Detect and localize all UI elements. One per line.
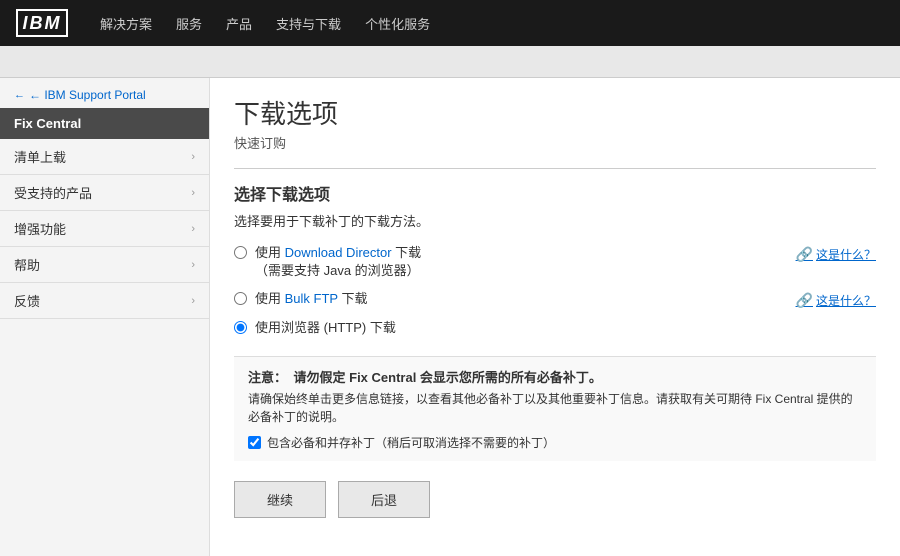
sidebar-item-help[interactable]: 帮助 › bbox=[0, 247, 209, 283]
main-content: ← ← IBM Support Portal Fix Central 清单上载 … bbox=[0, 78, 900, 556]
top-nav: IBM 解决方案 服务 产品 支持与下载 个性化服务 bbox=[0, 0, 900, 46]
page-subtitle: 快速订购 bbox=[234, 133, 876, 152]
radio-browser-http[interactable] bbox=[234, 321, 247, 334]
ibm-logo-text: IBM bbox=[23, 13, 62, 34]
back-arrow-icon: ← bbox=[14, 89, 25, 101]
nav-item-solutions[interactable]: 解决方案 bbox=[100, 14, 152, 33]
include-prereqs-label: 包含必备和并存补丁（稍后可取消选择不需要的补丁） bbox=[267, 434, 555, 451]
what-is-this-link-1[interactable]: 🔗 这是什么？ bbox=[796, 244, 876, 263]
include-prereqs-checkbox[interactable] bbox=[248, 436, 261, 449]
nav-item-products[interactable]: 产品 bbox=[226, 14, 252, 33]
radio-label-text-1b: 下载 bbox=[392, 245, 422, 260]
nav-item-services[interactable]: 服务 bbox=[176, 14, 202, 33]
sidebar: ← ← IBM Support Portal Fix Central 清单上载 … bbox=[0, 78, 210, 556]
section-desc: 选择要用于下载补丁的下载方法。 bbox=[234, 211, 876, 230]
sidebar-item-help-label: 帮助 bbox=[14, 255, 40, 274]
notice-section: 注意： 请勿假定 Fix Central 会显示您所需的所有必备补丁。 请确保始… bbox=[234, 356, 876, 461]
ibm-logo-box: IBM bbox=[16, 9, 68, 37]
chevron-right-icon: › bbox=[191, 151, 195, 163]
notice-keyword: 请勿假定 Fix Central 会显示您所需的所有必备补丁。 bbox=[294, 370, 602, 385]
ibm-logo: IBM bbox=[16, 9, 68, 37]
section-title: 选择下载选项 bbox=[234, 181, 876, 205]
radio-label-text-2b: 下载 bbox=[338, 291, 368, 306]
notice-prefix: 注意： bbox=[248, 370, 294, 385]
radio-sublabel-1: （需要支持 Java 的浏览器） bbox=[255, 262, 421, 280]
radio-label-browser-http: 使用浏览器 (HTTP) 下载 bbox=[255, 319, 396, 337]
notice-title: 注意： 请勿假定 Fix Central 会显示您所需的所有必备补丁。 bbox=[248, 367, 862, 386]
radio-label-text-2a: 使用 bbox=[255, 291, 285, 306]
sidebar-item-enhancements-label: 增强功能 bbox=[14, 219, 66, 238]
radio-option-browser-http: 使用浏览器 (HTTP) 下载 bbox=[234, 319, 876, 337]
button-row: 继续 后退 bbox=[234, 481, 876, 518]
nav-items: 解决方案 服务 产品 支持与下载 个性化服务 bbox=[100, 14, 430, 33]
radio-label-highlight-1: Download Director bbox=[285, 245, 392, 260]
content-area: 下载选项 快速订购 选择下载选项 选择要用于下载补丁的下载方法。 使用 Down… bbox=[210, 78, 900, 556]
chevron-right-icon-3: › bbox=[191, 223, 195, 235]
radio-label-highlight-2: Bulk FTP bbox=[285, 291, 338, 306]
ibm-support-portal-link[interactable]: ← IBM Support Portal bbox=[29, 88, 146, 102]
what-is-this-text-1: 这是什么？ bbox=[816, 246, 876, 263]
fix-central-label[interactable]: Fix Central bbox=[0, 108, 209, 139]
chevron-right-icon-4: › bbox=[191, 259, 195, 271]
radio-label-download-director: 使用 Download Director 下载 （需要支持 Java 的浏览器） bbox=[255, 244, 421, 280]
sidebar-item-feedback[interactable]: 反馈 › bbox=[0, 283, 209, 319]
divider bbox=[234, 168, 876, 169]
chevron-right-icon-5: › bbox=[191, 295, 195, 307]
nav-item-personalized[interactable]: 个性化服务 bbox=[365, 14, 430, 33]
sidebar-item-upload-label: 清单上载 bbox=[14, 147, 66, 166]
radio-option-bulk-ftp: 使用 Bulk FTP 下载 🔗 这是什么？ bbox=[234, 290, 876, 309]
back-button[interactable]: 后退 bbox=[338, 481, 430, 518]
checkbox-row: 包含必备和并存补丁（稍后可取消选择不需要的补丁） bbox=[248, 434, 862, 451]
what-is-this-text-2: 这是什么？ bbox=[816, 292, 876, 309]
radio-option-download-director: 使用 Download Director 下载 （需要支持 Java 的浏览器）… bbox=[234, 244, 876, 280]
radio-download-director[interactable] bbox=[234, 246, 247, 259]
sidebar-item-feedback-label: 反馈 bbox=[14, 291, 40, 310]
radio-label-bulk-ftp: 使用 Bulk FTP 下载 bbox=[255, 290, 367, 308]
nav-item-support[interactable]: 支持与下载 bbox=[276, 14, 341, 33]
sidebar-back-link[interactable]: ← ← IBM Support Portal bbox=[0, 78, 209, 108]
radio-bulk-ftp[interactable] bbox=[234, 292, 247, 305]
chevron-right-icon-2: › bbox=[191, 187, 195, 199]
sidebar-item-supported-label: 受支持的产品 bbox=[14, 183, 92, 202]
info-icon-1: 🔗 bbox=[796, 246, 813, 263]
info-icon-2: 🔗 bbox=[796, 292, 813, 309]
sidebar-item-supported-products[interactable]: 受支持的产品 › bbox=[0, 175, 209, 211]
sidebar-item-enhancements[interactable]: 增强功能 › bbox=[0, 211, 209, 247]
radio-label-text-1a: 使用 bbox=[255, 245, 285, 260]
sidebar-item-upload[interactable]: 清单上载 › bbox=[0, 139, 209, 175]
what-is-this-link-2[interactable]: 🔗 这是什么？ bbox=[796, 290, 876, 309]
notice-body: 请确保始终单击更多信息链接，以查看其他必备补丁以及其他重要补丁信息。请获取有关可… bbox=[248, 390, 862, 426]
page-title: 下载选项 bbox=[234, 94, 876, 131]
search-bar-area bbox=[0, 46, 900, 78]
continue-button[interactable]: 继续 bbox=[234, 481, 326, 518]
